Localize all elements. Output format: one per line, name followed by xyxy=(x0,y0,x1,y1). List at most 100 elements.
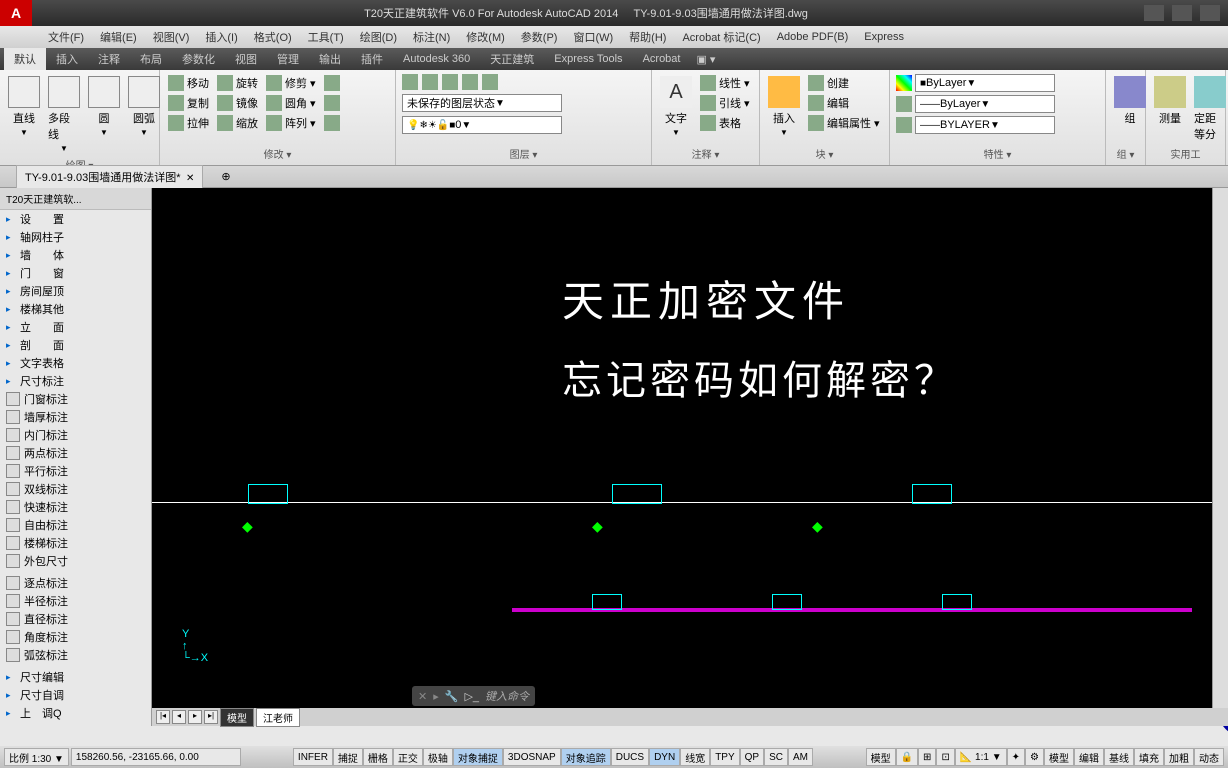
block-edit-button[interactable]: 编辑 xyxy=(806,94,882,112)
panel-layer-label[interactable]: 图层 ▾ xyxy=(402,144,645,161)
panel-group-label[interactable]: 组 ▾ xyxy=(1112,144,1139,161)
panel-prop-label[interactable]: 特性 ▾ xyxy=(896,144,1099,161)
layer-lock-icon[interactable] xyxy=(482,74,498,90)
palette-header[interactable]: T20天正建筑软... xyxy=(0,188,151,210)
ribbon-tab-布局[interactable]: 布局 xyxy=(130,48,172,70)
status-栅格[interactable]: 栅格 xyxy=(363,748,393,766)
measure-button[interactable]: 测量 xyxy=(1152,74,1188,128)
status-正交[interactable]: 正交 xyxy=(393,748,423,766)
menu-Adobe PDF(B)[interactable]: Adobe PDF(B) xyxy=(769,31,857,43)
tree-文字表格[interactable]: ▸文字表格 xyxy=(0,354,151,372)
status-线宽[interactable]: 线宽 xyxy=(680,748,710,766)
ribbon-tab-视图[interactable]: 视图 xyxy=(225,48,267,70)
text-button[interactable]: A文字▼ xyxy=(658,74,694,139)
status-r-基线[interactable]: 基线 xyxy=(1104,748,1134,766)
status-捕捉[interactable]: 捕捉 xyxy=(333,748,363,766)
app-logo[interactable]: A xyxy=(0,0,32,26)
group-button[interactable]: 组 xyxy=(1112,74,1148,128)
block-create-button[interactable]: 创建 xyxy=(806,74,882,92)
menu-文件(F)[interactable]: 文件(F) xyxy=(40,29,92,45)
tool-半径标注[interactable]: 半径标注 xyxy=(0,592,151,610)
layer-current-dropdown[interactable]: 💡❄☀🔓■ 0 ▼ xyxy=(402,116,562,134)
menu-绘图(D)[interactable]: 绘图(D) xyxy=(352,29,405,45)
erase-button[interactable] xyxy=(322,74,342,92)
menu-窗口(W)[interactable]: 窗口(W) xyxy=(565,29,621,45)
ribbon-tab-Express Tools[interactable]: Express Tools xyxy=(544,50,632,68)
file-tab[interactable]: TY-9.01-9.03围墙通用做法详图* ✕ xyxy=(16,165,203,189)
menu-参数(P)[interactable]: 参数(P) xyxy=(513,29,566,45)
status-QP[interactable]: QP xyxy=(740,748,764,766)
layer-states-icon[interactable] xyxy=(422,74,438,90)
ribbon-tab-管理[interactable]: 管理 xyxy=(267,48,309,70)
ribbon-tab-输出[interactable]: 输出 xyxy=(309,48,351,70)
menu-视图(V)[interactable]: 视图(V) xyxy=(145,29,198,45)
menu-工具(T)[interactable]: 工具(T) xyxy=(300,29,352,45)
tool-自由标注[interactable]: 自由标注 xyxy=(0,516,151,534)
tool-快速标注[interactable]: 快速标注 xyxy=(0,498,151,516)
tool-外包尺寸[interactable]: 外包尺寸 xyxy=(0,552,151,570)
ribbon-menu-icon[interactable]: ▣ ▾ xyxy=(690,53,721,66)
tree-楼梯其他[interactable]: ▸楼梯其他 xyxy=(0,300,151,318)
layout-tab[interactable]: 江老师 xyxy=(256,708,300,727)
status-r-✦[interactable]: ✦ xyxy=(1007,748,1025,766)
draw-直线[interactable]: 直线▼ xyxy=(6,74,42,139)
tool-弧弦标注[interactable]: 弧弦标注 xyxy=(0,646,151,664)
ribbon-tab-参数化[interactable]: 参数化 xyxy=(172,48,225,70)
minimize-button[interactable] xyxy=(1144,5,1164,21)
status-DUCS[interactable]: DUCS xyxy=(611,748,649,766)
tree-门 窗[interactable]: ▸门 窗 xyxy=(0,264,151,282)
explode-button[interactable] xyxy=(322,94,342,112)
lineweight-dropdown[interactable]: —— BYLAYER ▼ xyxy=(915,116,1055,134)
tool-尺寸自调[interactable]: ▸尺寸自调 xyxy=(0,686,151,704)
menu-格式(O)[interactable]: 格式(O) xyxy=(246,29,300,45)
tool-逐点标注[interactable]: 逐点标注 xyxy=(0,574,151,592)
model-tab[interactable]: 模型 xyxy=(220,708,254,727)
status-AM[interactable]: AM xyxy=(788,748,813,766)
new-tab-button[interactable]: ⊕ xyxy=(215,170,236,183)
tree-立 面[interactable]: ▸立 面 xyxy=(0,318,151,336)
tool-两点标注[interactable]: 两点标注 xyxy=(0,444,151,462)
status-DYN[interactable]: DYN xyxy=(649,748,680,766)
tree-墙 体[interactable]: ▸墙 体 xyxy=(0,246,151,264)
tree-轴网柱子[interactable]: ▸轴网柱子 xyxy=(0,228,151,246)
tree-尺寸标注[interactable]: ▸尺寸标注 xyxy=(0,372,151,390)
menu-修改(M)[interactable]: 修改(M) xyxy=(458,29,513,45)
status-r-🔒[interactable]: 🔒 xyxy=(896,748,918,766)
status-TPY[interactable]: TPY xyxy=(710,748,739,766)
layer-state-dropdown[interactable]: 未保存的图层状态 ▼ xyxy=(402,94,562,112)
tool-门窗标注[interactable]: 门窗标注 xyxy=(0,390,151,408)
linear-dim-button[interactable]: 线性 ▾ xyxy=(698,74,752,92)
scale-display[interactable]: 比例 1:30 ▼ xyxy=(4,748,69,766)
menu-编辑(E)[interactable]: 编辑(E) xyxy=(92,29,145,45)
rotate-button[interactable]: 旋转 xyxy=(215,74,260,92)
drawing-canvas[interactable]: 天正加密文件 忘记密码如何解密？ ◆ ◆ ◆ Y↑└→X ↖ ✕ ▸ 🔧 ▷_ … xyxy=(152,188,1228,726)
block-attr-button[interactable]: 编辑属性 ▾ xyxy=(806,114,882,132)
tool-楼梯标注[interactable]: 楼梯标注 xyxy=(0,534,151,552)
status-r-📐 1:1 ▼[interactable]: 📐 1:1 ▼ xyxy=(955,748,1007,766)
linetype-dropdown[interactable]: —— ByLayer ▼ xyxy=(915,95,1055,113)
tab-next-button[interactable]: ▸ xyxy=(188,710,202,724)
scale-button[interactable]: 缩放 xyxy=(215,114,260,132)
status-r-⚙[interactable]: ⚙ xyxy=(1025,748,1044,766)
panel-modify-label[interactable]: 修改 ▾ xyxy=(166,144,389,161)
tool-双线标注[interactable]: 双线标注 xyxy=(0,480,151,498)
divide-button[interactable]: 定距等分 xyxy=(1192,74,1228,144)
ribbon-tab-Acrobat[interactable]: Acrobat xyxy=(633,50,691,68)
status-r-填充[interactable]: 填充 xyxy=(1134,748,1164,766)
array-button[interactable]: 阵列 ▾ xyxy=(264,114,318,132)
list-icon[interactable] xyxy=(896,117,912,133)
ribbon-tab-天正建筑[interactable]: 天正建筑 xyxy=(480,48,544,70)
status-对象捕捉[interactable]: 对象捕捉 xyxy=(453,748,503,766)
menu-Express[interactable]: Express xyxy=(856,31,912,43)
draw-圆[interactable]: 圆▼ xyxy=(86,74,122,139)
status-SC[interactable]: SC xyxy=(764,748,788,766)
status-r-动态[interactable]: 动态 xyxy=(1194,748,1224,766)
offset-button[interactable] xyxy=(322,114,342,132)
close-button[interactable] xyxy=(1200,5,1220,21)
ribbon-tab-插入[interactable]: 插入 xyxy=(46,48,88,70)
vertical-scrollbar[interactable] xyxy=(1212,188,1228,708)
table-button[interactable]: 表格 xyxy=(698,114,752,132)
mirror-button[interactable]: 镜像 xyxy=(215,94,260,112)
ribbon-tab-插件[interactable]: 插件 xyxy=(351,48,393,70)
status-r-⊞[interactable]: ⊞ xyxy=(918,748,936,766)
